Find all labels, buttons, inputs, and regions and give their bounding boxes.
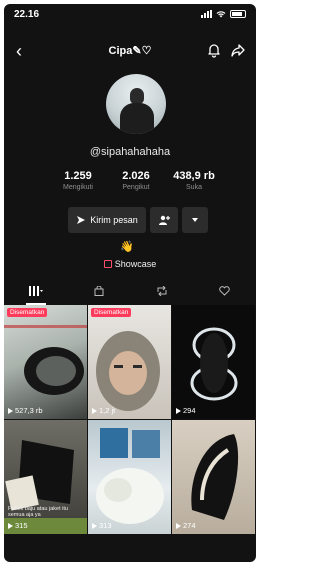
chevron-down-icon bbox=[192, 218, 198, 222]
view-count: 274 bbox=[176, 521, 196, 530]
view-count: 294 bbox=[176, 406, 196, 415]
tab-liked[interactable] bbox=[193, 286, 256, 299]
stat-following[interactable]: 1.259 Mengikuti bbox=[48, 170, 108, 191]
video-thumbnail[interactable]: Disematkan 1,2 jt bbox=[88, 305, 171, 419]
stat-followers[interactable]: 2.026 Pengikut bbox=[106, 170, 166, 191]
view-count-value: 315 bbox=[15, 521, 28, 530]
stat-label: Pengikut bbox=[122, 184, 150, 191]
pinned-badge: Disematkan bbox=[7, 308, 48, 317]
thumbnail-scene bbox=[96, 331, 160, 411]
tab-reposts[interactable] bbox=[130, 285, 193, 299]
thumbnail-scene bbox=[4, 325, 87, 395]
status-bar: 22.16 bbox=[4, 4, 256, 24]
view-count-value: 294 bbox=[183, 406, 196, 415]
profile-stats: 1.259 Mengikuti 2.026 Pengikut 438,9 rb … bbox=[48, 170, 224, 198]
view-count: 527,3 rb bbox=[8, 406, 43, 415]
signal-icon bbox=[201, 10, 212, 18]
play-icon bbox=[92, 522, 97, 529]
thumbnail-scene bbox=[190, 327, 238, 401]
repost-icon bbox=[157, 285, 166, 297]
profile-tabs bbox=[4, 282, 256, 305]
person-add-icon bbox=[159, 215, 170, 225]
more-options-button[interactable] bbox=[182, 207, 208, 233]
heart-icon bbox=[219, 286, 230, 296]
tab-videos[interactable] bbox=[4, 286, 67, 299]
stat-likes[interactable]: 438,9 rb Suka bbox=[164, 170, 224, 191]
shopping-bag-icon bbox=[103, 260, 112, 268]
profile-handle: @sipahahahaha bbox=[89, 146, 171, 158]
video-thumbnail[interactable]: 274 bbox=[172, 420, 255, 534]
view-count-value: 527,3 rb bbox=[15, 406, 43, 415]
video-caption: Pakek baju atau jaket itu semua aja ya bbox=[8, 506, 68, 518]
showcase-label: Showcase bbox=[114, 259, 157, 269]
status-time: 22.16 bbox=[14, 9, 40, 20]
play-icon bbox=[176, 407, 181, 414]
avatar[interactable] bbox=[106, 74, 166, 134]
view-count-value: 274 bbox=[183, 521, 196, 530]
view-count: 1,2 jt bbox=[92, 406, 115, 415]
play-icon bbox=[8, 407, 13, 414]
avatar-head bbox=[130, 88, 144, 104]
add-friend-button[interactable] bbox=[150, 207, 178, 233]
send-message-button[interactable]: Kirim pesan bbox=[68, 207, 146, 233]
stat-value: 2.026 bbox=[122, 170, 150, 182]
tab-shop[interactable] bbox=[67, 285, 130, 299]
play-icon bbox=[92, 407, 97, 414]
view-count: 313 bbox=[92, 521, 112, 530]
play-icon bbox=[176, 522, 181, 529]
video-thumbnail[interactable]: Disematkan 527,3 rb bbox=[4, 305, 87, 419]
profile-screen: 22.16 ‹ Cipa✎♡ @sipahahahaha 1.259 Mengi… bbox=[4, 4, 256, 562]
grid-icon bbox=[28, 286, 43, 296]
shopping-bag-icon bbox=[94, 285, 103, 296]
video-thumbnail[interactable]: Pakek baju atau jaket itu semua aja ya 3… bbox=[4, 420, 87, 534]
wave-hand-icon: 👋 bbox=[120, 241, 134, 253]
thumbnail-scene bbox=[191, 434, 239, 520]
pinned-badge: Disematkan bbox=[91, 308, 132, 317]
stat-value: 1.259 bbox=[64, 170, 92, 182]
thumbnail-scene bbox=[96, 428, 164, 524]
send-message-label: Kirim pesan bbox=[90, 215, 138, 225]
share-icon[interactable] bbox=[230, 42, 246, 58]
video-thumbnail[interactable]: 294 bbox=[172, 305, 255, 419]
view-count-value: 1,2 jt bbox=[99, 406, 116, 415]
battery-icon bbox=[230, 10, 246, 18]
status-icons bbox=[201, 10, 246, 18]
bell-icon[interactable] bbox=[206, 42, 222, 58]
stat-value: 438,9 rb bbox=[173, 170, 215, 182]
send-icon bbox=[77, 216, 86, 224]
video-thumbnail[interactable]: 313 bbox=[88, 420, 171, 534]
avatar-body bbox=[120, 103, 154, 134]
stat-label: Mengikuti bbox=[63, 184, 93, 191]
wifi-icon bbox=[216, 11, 226, 18]
showcase-link[interactable]: Showcase bbox=[4, 259, 256, 269]
video-grid: Disematkan 527,3 rb Disematkan 1,2 jt 29… bbox=[4, 305, 256, 562]
view-count-value: 313 bbox=[99, 521, 112, 530]
profile-header: ‹ Cipa✎♡ bbox=[4, 40, 256, 64]
view-count: 315 bbox=[8, 521, 28, 530]
play-icon bbox=[8, 522, 13, 529]
stat-label: Suka bbox=[186, 184, 202, 191]
